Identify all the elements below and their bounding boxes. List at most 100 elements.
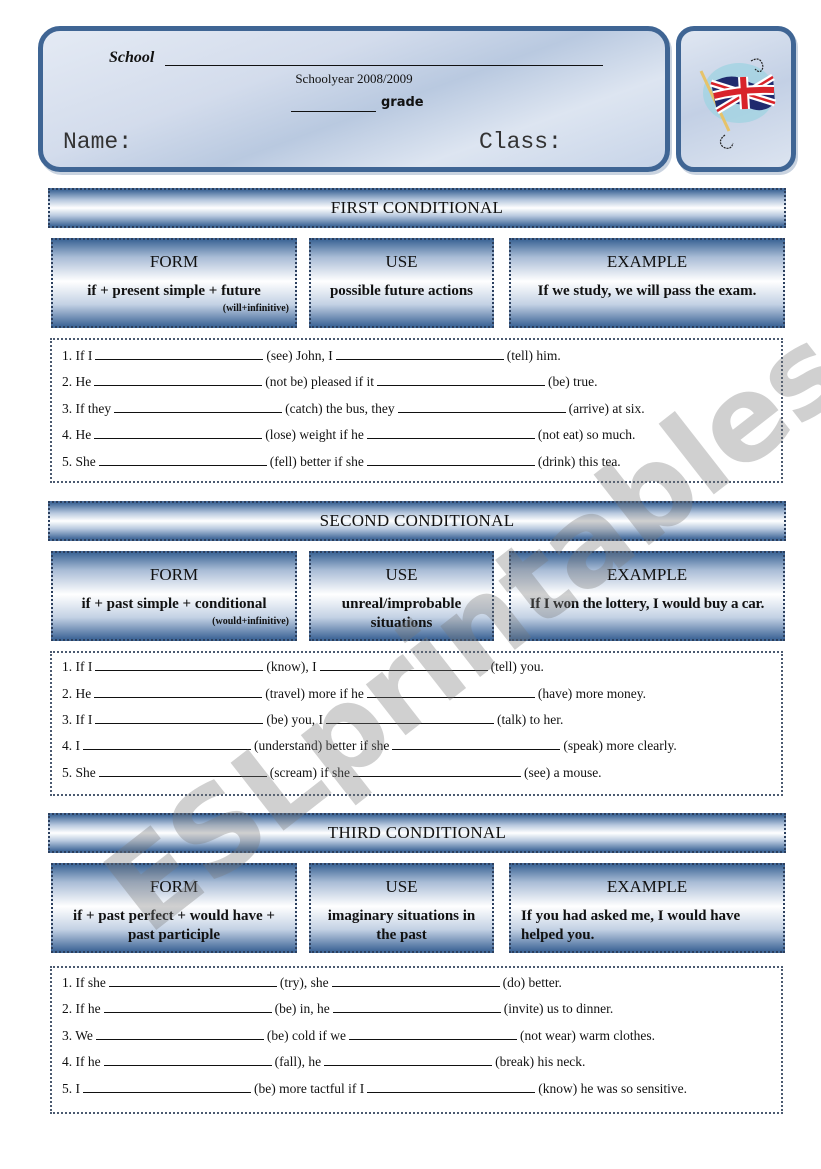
exercise-item: 2. He (not be) pleased if it (be) true. <box>62 374 597 390</box>
answer-blank[interactable] <box>95 722 264 724</box>
exercise-prefix: 2. He <box>62 374 92 389</box>
answer-blank[interactable] <box>367 1091 536 1093</box>
answer-blank[interactable] <box>94 696 263 698</box>
form-card: FORM if + present simple + future (will+… <box>51 238 297 328</box>
card-title: EXAMPLE <box>606 252 688 271</box>
answer-blank[interactable] <box>397 411 566 413</box>
section-title-third-conditional: THIRD CONDITIONAL <box>48 813 786 853</box>
use-card: USE imaginary situations in the past <box>309 863 494 953</box>
union-jack-flag-icon <box>699 58 777 149</box>
exercise-box-second: 1. If I (know), I (tell) you. 2. He (travel)… <box>50 651 783 796</box>
card-title: USE <box>385 252 418 271</box>
card-body: possible future actions <box>329 283 474 299</box>
answer-blank[interactable] <box>335 358 504 360</box>
card-title: FORM <box>149 252 199 271</box>
exercise-item: 4. If he (fall), he (break) his neck. <box>62 1054 585 1070</box>
answer-blank[interactable] <box>366 696 535 698</box>
answer-blank[interactable] <box>103 1011 272 1013</box>
verb-hint: (invite) us to dinner. <box>503 1001 614 1016</box>
answer-blank[interactable] <box>108 985 277 987</box>
exercise-item: 2. If he (be) in, he (invite) us to dinner… <box>62 1001 613 1017</box>
exercise-prefix: 3. If they <box>62 401 112 416</box>
grade-input-line[interactable] <box>291 111 376 112</box>
exercise-item: 3. We (be) cold if we (not wear) warm clot… <box>62 1028 655 1044</box>
answer-blank[interactable] <box>83 1091 251 1093</box>
verb-hint: (travel) more if he <box>265 686 364 701</box>
answer-blank[interactable] <box>94 437 263 439</box>
exercise-item: 3. If I (be) you, I (talk) to her. <box>62 712 563 728</box>
verb-hint: (not eat) so much. <box>537 427 636 442</box>
verb-hint: (be) true. <box>547 374 598 389</box>
verb-hint: (understand) better if she <box>254 738 390 753</box>
answer-blank[interactable] <box>392 748 561 750</box>
exercise-item: 5. She (fell) better if she (drink) this t… <box>62 454 621 470</box>
card-body: if + present simple + future <box>87 283 261 299</box>
answer-blank[interactable] <box>103 1064 272 1066</box>
exercise-prefix: 2. He <box>62 686 92 701</box>
card-title: USE <box>385 565 418 584</box>
answer-blank[interactable] <box>349 1038 518 1040</box>
exercise-item: 1. If she (try), she (do) better. <box>62 975 562 991</box>
card-note: (would+infinitive) <box>212 616 289 627</box>
verb-hint: (drink) this tea. <box>537 454 621 469</box>
answer-blank[interactable] <box>98 775 267 777</box>
section-title-first-conditional: FIRST CONDITIONAL <box>48 188 786 228</box>
name-label: Name: <box>63 129 133 155</box>
answer-blank[interactable] <box>114 411 283 413</box>
verb-hint: (fell) better if she <box>269 454 364 469</box>
card-body: imaginary situations in the past <box>327 908 476 943</box>
card-note: (will+infinitive) <box>222 303 289 314</box>
answer-blank[interactable] <box>324 1064 493 1066</box>
header-panel: School Schoolyear 2008/2009 grade Name: … <box>38 26 670 172</box>
verb-hint: (speak) more clearly. <box>563 738 677 753</box>
answer-blank[interactable] <box>94 384 263 386</box>
verb-hint: (tell) him. <box>506 348 561 363</box>
school-input-line[interactable] <box>165 65 603 66</box>
card-body: If you had asked me, I would have helped… <box>521 908 741 943</box>
exercise-prefix: 1. If she <box>62 975 106 990</box>
answer-blank[interactable] <box>352 775 521 777</box>
exercise-prefix: 1. If I <box>62 659 93 674</box>
answer-blank[interactable] <box>331 985 500 987</box>
exercise-prefix: 5. I <box>62 1081 80 1096</box>
schoolyear-text: Schoolyear 2008/2009 <box>295 71 413 86</box>
use-card: USE unreal/improbable situations <box>309 551 494 641</box>
answer-blank[interactable] <box>95 1038 264 1040</box>
card-title: EXAMPLE <box>606 565 688 584</box>
verb-hint: (be) in, he <box>274 1001 330 1016</box>
verb-hint: (see) a mouse. <box>523 765 602 780</box>
verb-hint: (catch) the bus, they <box>285 401 395 416</box>
answer-blank[interactable] <box>325 722 494 724</box>
card-body: If I won the lottery, I would buy a car. <box>529 596 765 612</box>
section-title-second-conditional: SECOND CONDITIONAL <box>48 501 786 541</box>
card-body: If we study, we will pass the exam. <box>537 283 757 299</box>
card-title: USE <box>385 877 418 896</box>
verb-hint: (not be) pleased if it <box>265 374 374 389</box>
answer-blank[interactable] <box>83 748 251 750</box>
answer-blank[interactable] <box>376 384 545 386</box>
form-card: FORM if + past perfect + would have + pa… <box>51 863 297 953</box>
answer-blank[interactable] <box>366 464 535 466</box>
answer-blank[interactable] <box>319 669 488 671</box>
verb-hint: (scream) if she <box>269 765 350 780</box>
answer-blank[interactable] <box>95 358 264 360</box>
exercise-item: 3. If they (catch) the bus, they (arrive) … <box>62 401 645 417</box>
answer-blank[interactable] <box>332 1011 501 1013</box>
answer-blank[interactable] <box>95 669 264 671</box>
verb-hint: (see) John, I <box>266 348 333 363</box>
verb-hint: (be) cold if we <box>266 1028 347 1043</box>
exercise-box-first: 1. If I (see) John, I (tell) him. 2. He (not… <box>50 338 783 483</box>
verb-hint: (have) more money. <box>537 686 647 701</box>
exercise-item: 2. He (travel) more if he (have) more mone… <box>62 686 646 702</box>
answer-blank[interactable] <box>366 437 535 439</box>
example-card: EXAMPLE If we study, we will pass the ex… <box>509 238 785 328</box>
exercise-prefix: 5. She <box>62 765 96 780</box>
verb-hint: (not wear) warm clothes. <box>520 1028 655 1043</box>
exercise-prefix: 4. I <box>62 738 80 753</box>
exercise-item: 5. She (scream) if she (see) a mouse. <box>62 765 602 781</box>
answer-blank[interactable] <box>98 464 267 466</box>
verb-hint: (know), I <box>266 659 317 674</box>
card-body: unreal/improbable situations <box>341 596 462 631</box>
verb-hint: (tell) you. <box>490 659 544 674</box>
verb-hint: (do) better. <box>502 975 562 990</box>
